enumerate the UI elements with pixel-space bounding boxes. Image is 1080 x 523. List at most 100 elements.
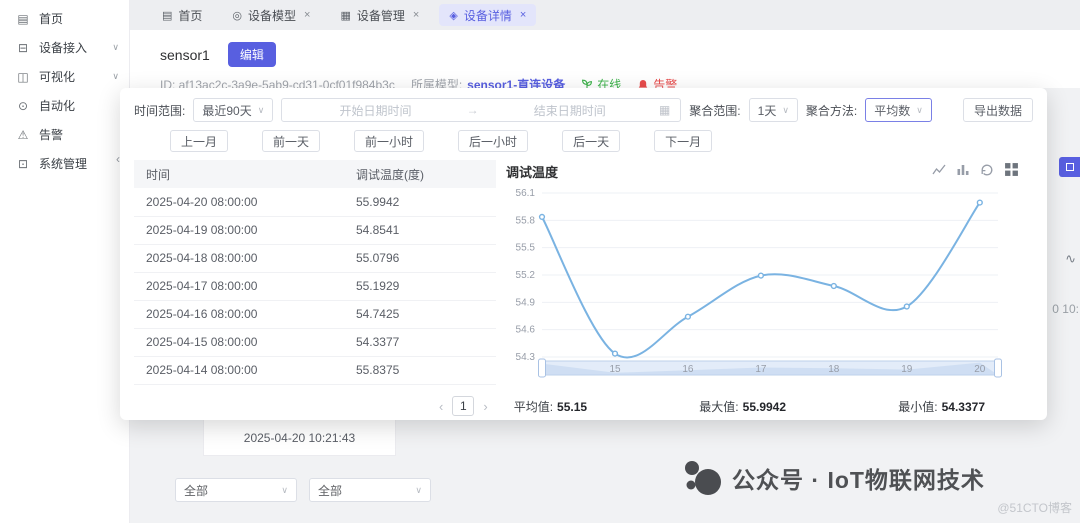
pagination: ‹ 1 ›	[439, 396, 488, 416]
sidebar-item-automation[interactable]: ⊙ 自动化	[0, 91, 129, 120]
prev-day-button[interactable]: 前一天	[262, 130, 321, 152]
watermark-text: 公众号 · IoT物联网技术	[732, 467, 985, 493]
sidebar-item-label: 可视化	[39, 70, 76, 84]
next-hour-button[interactable]: 后一小时	[458, 130, 529, 152]
agg-method-label: 聚合方法:	[805, 103, 858, 118]
sidebar: ▤ 首页 ⊟ 设备接入 ∨ ◫ 可视化 ∨ ⊙ 自动化 ⚠ 告警 ⊡ 系统管理	[0, 0, 130, 523]
close-icon[interactable]: ×	[520, 9, 526, 21]
time-range-label: 时间范围:	[134, 103, 186, 118]
edit-button[interactable]: 编辑	[227, 42, 276, 67]
sidebar-item-device-access[interactable]: ⊟ 设备接入 ∨	[0, 33, 129, 62]
table-row: 2025-04-16 08:00:00 54.7425	[134, 300, 496, 329]
chevron-down-icon: ∨	[112, 42, 119, 52]
tab-home-icon: ▤	[162, 9, 173, 22]
svg-text:55.8: 55.8	[516, 215, 536, 226]
tab-device-manage[interactable]: ▦ 设备管理 ×	[330, 4, 429, 26]
table-row: 2025-04-19 08:00:00 54.8541	[134, 216, 496, 245]
wave-icon: ∿	[1065, 251, 1076, 266]
col-time: 时间	[134, 160, 344, 188]
chevron-down-icon: ∨	[782, 104, 789, 115]
agg-method-select[interactable]: 平均数 ∨	[865, 98, 932, 122]
sidebar-item-label: 自动化	[39, 99, 76, 113]
next-day-button[interactable]: 后一天	[562, 130, 621, 152]
automation-icon: ⊙	[17, 98, 29, 113]
date-range-picker[interactable]: 开始日期时间 → 结束日期时间 ▦	[281, 98, 682, 122]
restore-icon[interactable]	[980, 163, 994, 177]
chart-toolbar	[932, 162, 1019, 177]
agg-range-select[interactable]: 1天 ∨	[748, 98, 798, 122]
svg-text:56.1: 56.1	[516, 188, 536, 199]
prev-month-button[interactable]: 上一月	[170, 130, 229, 152]
chart-panel: 调试温度 56.1 55.8 55.5 55.2 54.9 54.6 54.3 15 16 17 1…	[506, 160, 1033, 390]
sidebar-item-home[interactable]: ▤ 首页	[0, 4, 129, 33]
tab-label: 首页	[178, 8, 203, 23]
end-date-placeholder: 结束日期时间	[533, 103, 606, 118]
tab-device-model[interactable]: ◎ 设备模型 ×	[222, 4, 320, 26]
tab-label: 设备详情	[463, 8, 512, 23]
svg-text:55.5: 55.5	[516, 243, 536, 254]
history-table: 时间 调试温度(度) 2025-04-20 08:00:00 55.9942 20…	[134, 160, 496, 390]
tab-home[interactable]: ▤ 首页	[152, 4, 212, 26]
sidebar-item-system[interactable]: ⊡ 系统管理	[0, 149, 129, 178]
svg-text:19: 19	[901, 364, 913, 375]
svg-text:54.9: 54.9	[516, 297, 536, 308]
chevron-down-icon: ∨	[415, 484, 422, 495]
table-row: 2025-04-15 08:00:00 54.3377	[134, 328, 496, 357]
chart-type-bar-icon[interactable]	[956, 163, 970, 177]
temperature-chart[interactable]: 56.1 55.8 55.5 55.2 54.9 54.6 54.3 15 16 17 18 19 20	[506, 185, 1033, 390]
device-detail-header: sensor1 编辑 ID: af13ac2c-3a9e-5ab9-cd31-0…	[130, 30, 1080, 92]
agg-range-label: 聚合范围:	[689, 103, 741, 118]
chevron-down-icon: ∨	[916, 104, 923, 115]
tab-detail-icon: ◈	[449, 9, 458, 22]
sidebar-item-label: 设备接入	[39, 41, 88, 55]
sidebar-item-label: 系统管理	[39, 157, 88, 171]
close-icon[interactable]: ×	[413, 9, 419, 21]
watermark-logo-icon	[685, 461, 721, 495]
time-nav-row: 上一月 前一天 前一小时 后一小时 后一天 下一月	[170, 130, 1033, 152]
button-glyph	[1065, 163, 1074, 171]
calendar-icon: ▦	[658, 103, 671, 117]
page-prev-icon[interactable]: ‹	[439, 399, 443, 414]
svg-text:54.6: 54.6	[516, 325, 536, 336]
stat-min: 最小值: 54.3377	[898, 399, 985, 414]
chevron-down-icon: ∨	[112, 71, 119, 81]
svg-text:16: 16	[682, 364, 694, 375]
screen: ▤ 首页 ⊟ 设备接入 ∨ ◫ 可视化 ∨ ⊙ 自动化 ⚠ 告警 ⊡ 系统管理 …	[0, 0, 1080, 523]
table-header-row: 时间 调试温度(度)	[134, 160, 496, 188]
time-range-select[interactable]: 最近90天 ∨	[193, 98, 274, 122]
filter-select-all-2[interactable]: 全部 ∨	[309, 478, 431, 502]
next-month-button[interactable]: 下一月	[654, 130, 713, 152]
sidebar-item-visualization[interactable]: ◫ 可视化 ∨	[0, 62, 129, 91]
start-date-placeholder: 开始日期时间	[339, 103, 412, 118]
page-number[interactable]: 1	[452, 396, 475, 416]
device-name: sensor1	[160, 46, 210, 63]
tab-bar: ▤ 首页 ◎ 设备模型 × ▦ 设备管理 × ◈ 设备详情 ×	[130, 0, 1080, 30]
sidebar-item-alarm[interactable]: ⚠ 告警	[0, 120, 129, 149]
svg-text:55.2: 55.2	[516, 270, 536, 281]
export-data-button[interactable]: 导出数据	[962, 98, 1033, 122]
sidebar-item-label: 首页	[39, 12, 64, 26]
stats-row: 平均值: 55.15 最大值: 55.9942 最小值: 54.3377	[488, 398, 1033, 415]
clipped-primary-button[interactable]	[1059, 157, 1080, 177]
alarm-icon: ⚠	[17, 127, 29, 142]
chevron-down-icon: ∨	[281, 484, 288, 495]
watermark: 公众号 · IoT物联网技术	[682, 458, 985, 498]
tab-label: 设备管理	[356, 8, 405, 23]
close-icon[interactable]: ×	[304, 9, 310, 21]
prev-hour-button[interactable]: 前一小时	[354, 130, 425, 152]
chart-type-line-icon[interactable]	[932, 163, 946, 177]
filter-select-all-1[interactable]: 全部 ∨	[175, 478, 297, 502]
watermark-credit: @51CTO博客	[997, 501, 1072, 515]
sidebar-collapse-icon[interactable]: ‹	[116, 152, 120, 166]
tab-device-detail[interactable]: ◈ 设备详情 ×	[439, 4, 537, 26]
more-options-icon[interactable]	[1004, 162, 1019, 177]
svg-text:54.3: 54.3	[516, 352, 536, 363]
svg-text:17: 17	[755, 364, 767, 375]
visualization-icon: ◫	[17, 69, 29, 84]
device-access-icon: ⊟	[17, 40, 29, 55]
col-temperature: 调试温度(度)	[343, 160, 496, 188]
table-row: 2025-04-14 08:00:00 55.8375	[134, 356, 496, 385]
tab-model-icon: ◎	[232, 9, 243, 22]
svg-text:18: 18	[828, 364, 840, 375]
table-row: 2025-04-20 08:00:00 55.9942	[134, 188, 496, 217]
